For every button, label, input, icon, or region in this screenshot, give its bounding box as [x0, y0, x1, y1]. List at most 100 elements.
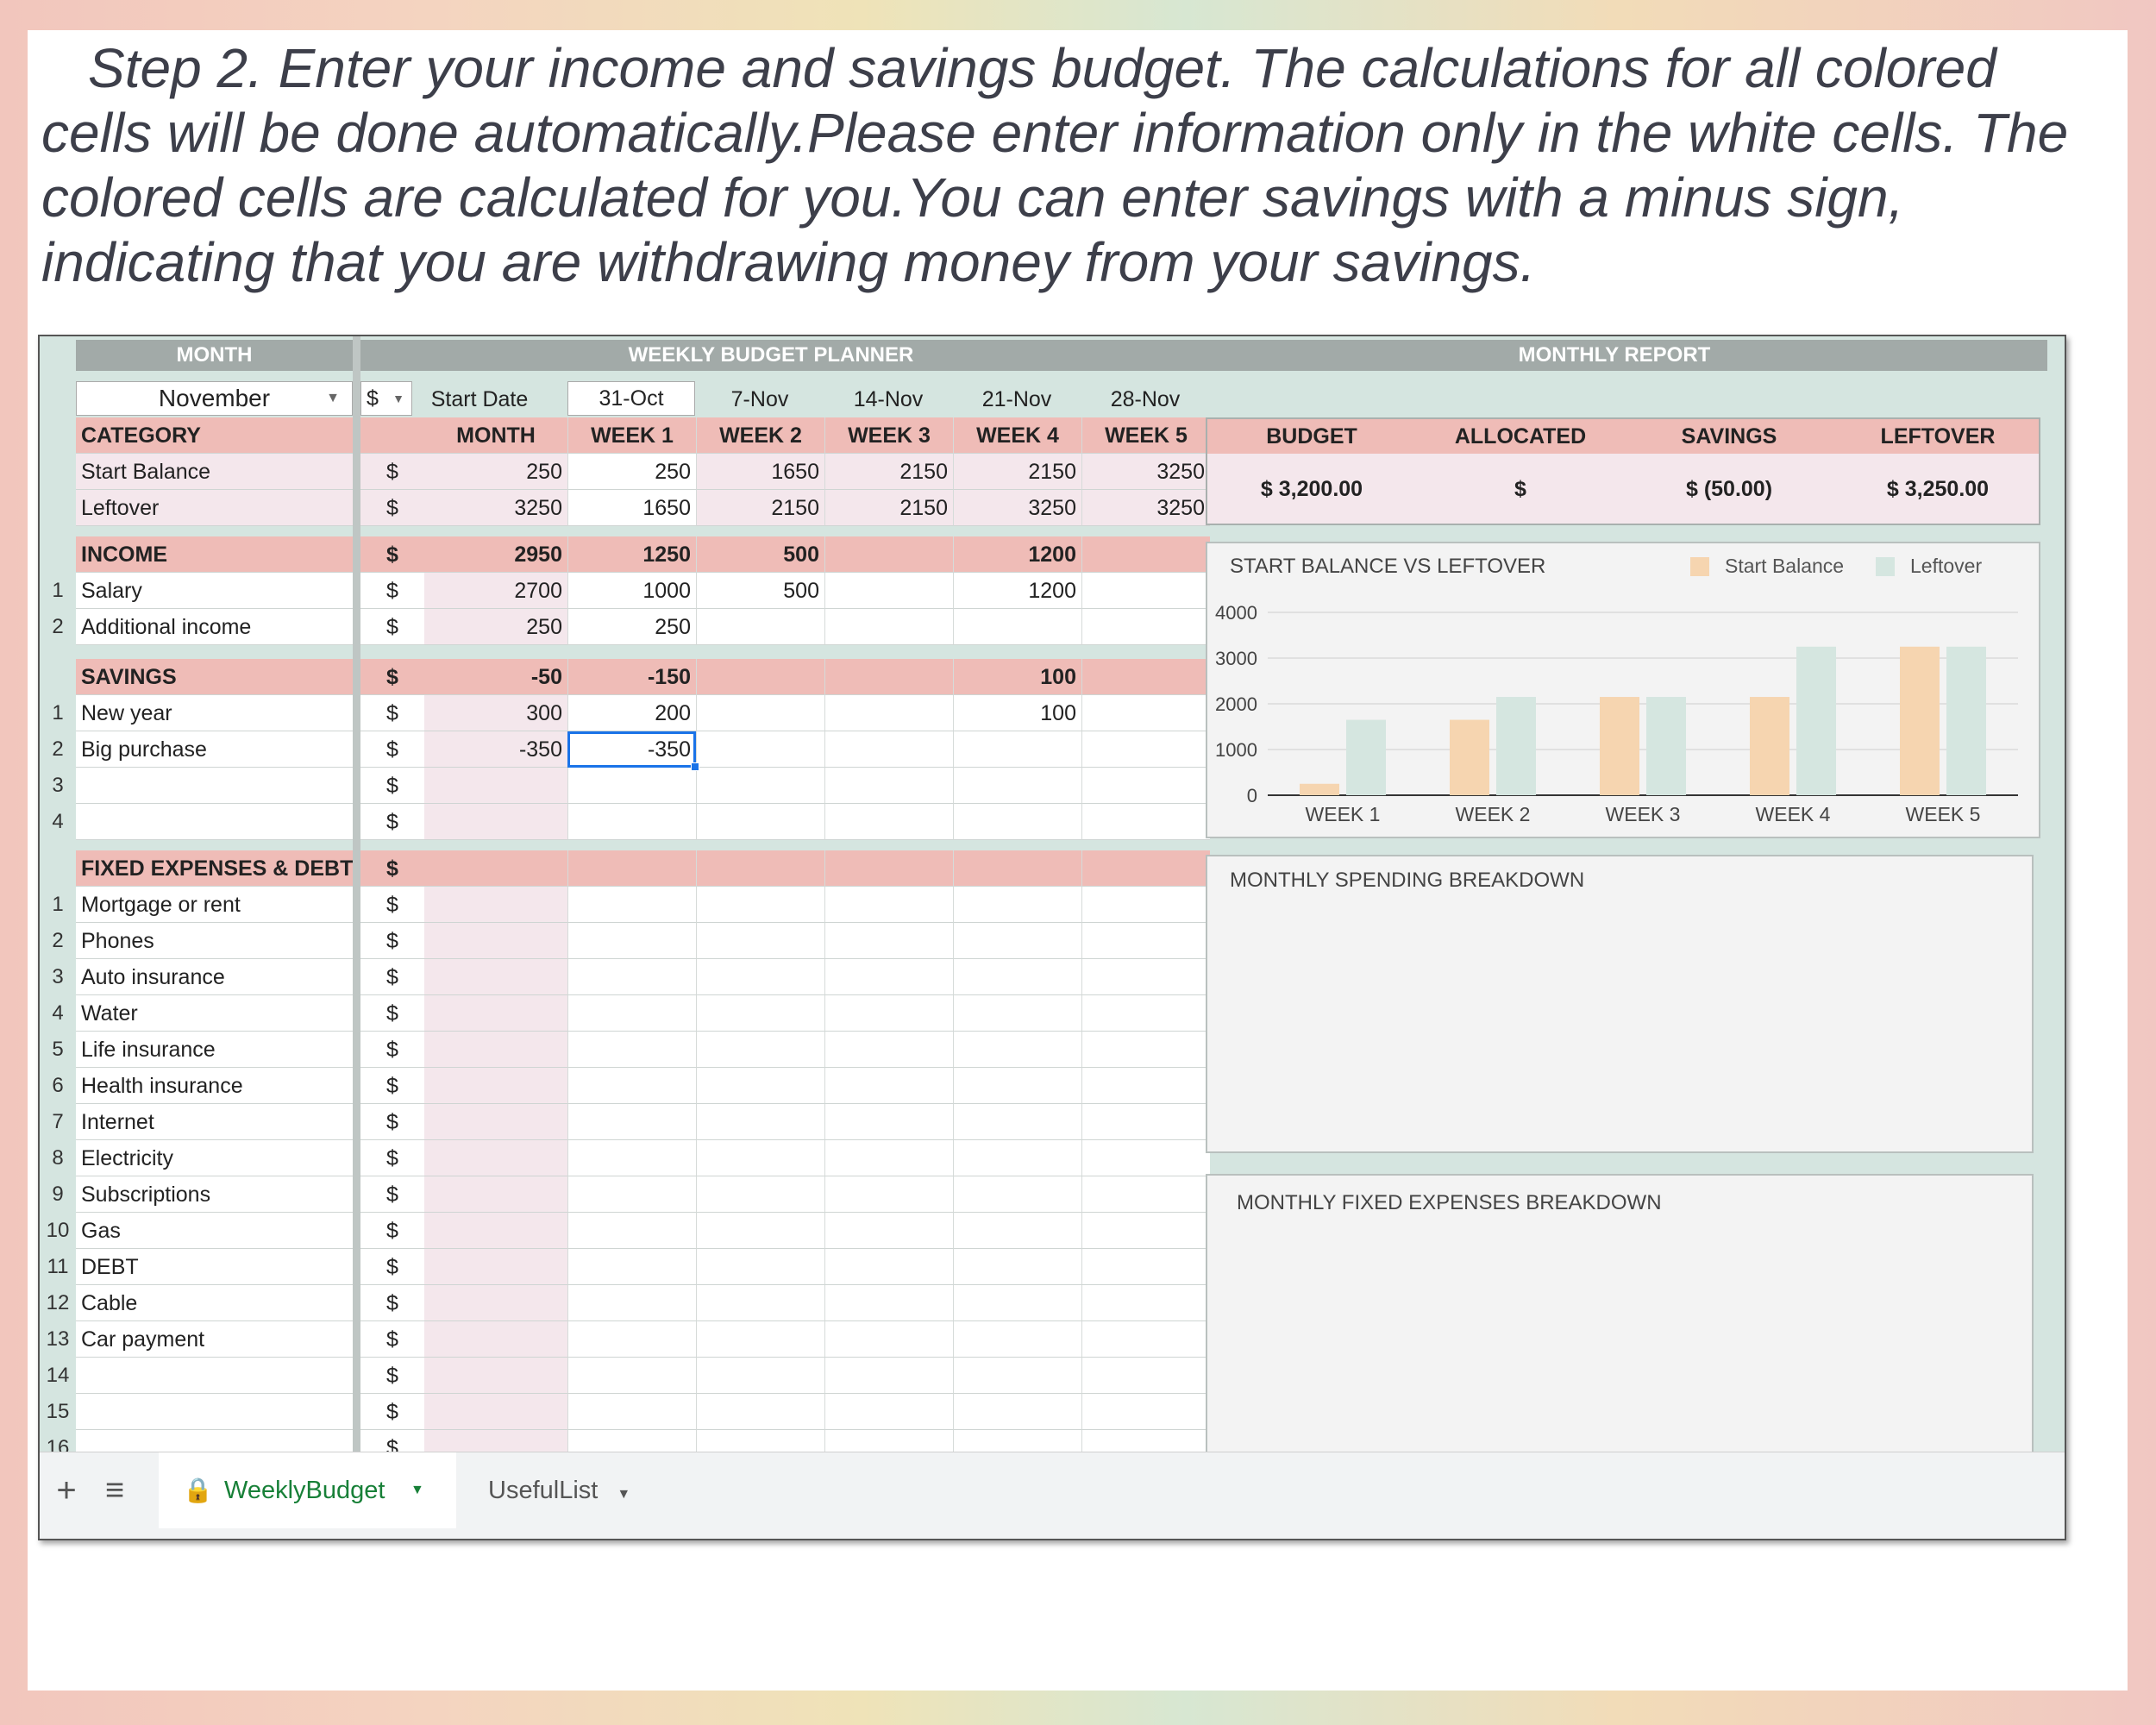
- income-row-week-3[interactable]: [824, 609, 953, 645]
- fixed-row-week-3[interactable]: [824, 1140, 953, 1176]
- fixed-row-week-2[interactable]: [696, 1358, 824, 1394]
- fixed-row-week-3[interactable]: [824, 1249, 953, 1285]
- savings-row-week-3[interactable]: [824, 804, 953, 840]
- month-dropdown[interactable]: November ▼: [76, 381, 353, 416]
- fixed-row-week-5[interactable]: [1081, 1321, 1210, 1358]
- fixed-row-week-1[interactable]: [567, 1176, 696, 1213]
- income-row-week-2[interactable]: [696, 609, 824, 645]
- savings-row-label[interactable]: Big purchase: [76, 731, 353, 768]
- fixed-row-label[interactable]: Phones: [76, 923, 353, 959]
- fixed-row-week-2[interactable]: [696, 887, 824, 923]
- savings-row-week-2[interactable]: [696, 804, 824, 840]
- savings-row-week-2[interactable]: [696, 695, 824, 731]
- fixed-row-week-3[interactable]: [824, 1358, 953, 1394]
- fixed-row-week-5[interactable]: [1081, 887, 1210, 923]
- fixed-row-week-1[interactable]: [567, 1249, 696, 1285]
- income-row-week-1[interactable]: 1000: [567, 573, 696, 609]
- add-sheet-button[interactable]: +: [45, 1452, 88, 1528]
- fixed-row-week-5[interactable]: [1081, 1358, 1210, 1394]
- savings-row-week-1[interactable]: [567, 768, 696, 804]
- fixed-row-week-3[interactable]: [824, 1213, 953, 1249]
- fixed-row-week-1[interactable]: [567, 1285, 696, 1321]
- fixed-row-week-3[interactable]: [824, 1176, 953, 1213]
- fixed-row-week-4[interactable]: [953, 995, 1081, 1032]
- fixed-row-week-2[interactable]: [696, 959, 824, 995]
- fixed-row-week-5[interactable]: [1081, 959, 1210, 995]
- fixed-row-week-4[interactable]: [953, 959, 1081, 995]
- fixed-row-week-5[interactable]: [1081, 995, 1210, 1032]
- fixed-row-week-5[interactable]: [1081, 1032, 1210, 1068]
- fixed-row-label[interactable]: Life insurance: [76, 1032, 353, 1068]
- savings-row-week-4[interactable]: 100: [953, 695, 1081, 731]
- fixed-row-week-3[interactable]: [824, 1032, 953, 1068]
- fixed-row-label[interactable]: Internet: [76, 1104, 353, 1140]
- savings-row-week-2[interactable]: [696, 768, 824, 804]
- income-row-week-4[interactable]: [953, 609, 1081, 645]
- fixed-row-week-1[interactable]: [567, 923, 696, 959]
- fixed-row-week-2[interactable]: [696, 1249, 824, 1285]
- fixed-row-week-2[interactable]: [696, 995, 824, 1032]
- fixed-row-week-1[interactable]: [567, 1140, 696, 1176]
- fixed-row-week-3[interactable]: [824, 995, 953, 1032]
- fixed-row-week-3[interactable]: [824, 1394, 953, 1430]
- date-cell-1[interactable]: 31-Oct: [567, 381, 695, 416]
- fixed-row-week-4[interactable]: [953, 923, 1081, 959]
- fixed-row-label[interactable]: Cable: [76, 1285, 353, 1321]
- fixed-row-week-1[interactable]: [567, 1104, 696, 1140]
- fixed-row-label[interactable]: Electricity: [76, 1140, 353, 1176]
- fixed-row-week-2[interactable]: [696, 1140, 824, 1176]
- fill-handle[interactable]: [691, 762, 699, 771]
- fixed-row-week-4[interactable]: [953, 887, 1081, 923]
- savings-row-week-5[interactable]: [1081, 804, 1210, 840]
- fixed-row-week-1[interactable]: [567, 995, 696, 1032]
- fixed-row-week-5[interactable]: [1081, 1104, 1210, 1140]
- fixed-row-week-1[interactable]: [567, 1430, 696, 1452]
- income-row-label[interactable]: Additional income: [76, 609, 353, 645]
- fixed-row-week-3[interactable]: [824, 1321, 953, 1358]
- savings-row-label[interactable]: New year: [76, 695, 353, 731]
- savings-row-week-2[interactable]: [696, 731, 824, 768]
- fixed-row-week-1[interactable]: [567, 1068, 696, 1104]
- fixed-row-week-2[interactable]: [696, 1104, 824, 1140]
- fixed-row-week-5[interactable]: [1081, 1285, 1210, 1321]
- fixed-row-week-5[interactable]: [1081, 923, 1210, 959]
- savings-row-week-3[interactable]: [824, 768, 953, 804]
- fixed-row-week-1[interactable]: [567, 887, 696, 923]
- fixed-row-week-2[interactable]: [696, 1176, 824, 1213]
- savings-row-week-5[interactable]: [1081, 695, 1210, 731]
- savings-row-week-5[interactable]: [1081, 768, 1210, 804]
- fixed-row-week-2[interactable]: [696, 1285, 824, 1321]
- fixed-row-week-4[interactable]: [953, 1249, 1081, 1285]
- all-sheets-button[interactable]: ≡: [93, 1452, 136, 1528]
- fixed-row-week-5[interactable]: [1081, 1394, 1210, 1430]
- fixed-row-label[interactable]: Auto insurance: [76, 959, 353, 995]
- fixed-row-week-1[interactable]: [567, 1213, 696, 1249]
- fixed-row-week-3[interactable]: [824, 1430, 953, 1452]
- fixed-row-label[interactable]: [76, 1358, 353, 1394]
- fixed-row-label[interactable]: Water: [76, 995, 353, 1032]
- fixed-row-label[interactable]: [76, 1430, 353, 1452]
- savings-row-week-1[interactable]: -350: [567, 731, 696, 768]
- income-row-week-4[interactable]: 1200: [953, 573, 1081, 609]
- fixed-row-week-5[interactable]: [1081, 1176, 1210, 1213]
- fixed-row-week-5[interactable]: [1081, 1249, 1210, 1285]
- fixed-row-week-4[interactable]: [953, 1032, 1081, 1068]
- fixed-row-week-4[interactable]: [953, 1176, 1081, 1213]
- savings-row-week-4[interactable]: [953, 804, 1081, 840]
- income-row-week-2[interactable]: 500: [696, 573, 824, 609]
- fixed-row-week-4[interactable]: [953, 1068, 1081, 1104]
- fixed-row-label[interactable]: Mortgage or rent: [76, 887, 353, 923]
- savings-row-label[interactable]: [76, 804, 353, 840]
- fixed-row-week-1[interactable]: [567, 1321, 696, 1358]
- fixed-row-week-2[interactable]: [696, 1032, 824, 1068]
- fixed-row-week-3[interactable]: [824, 1068, 953, 1104]
- fixed-row-label[interactable]: Gas: [76, 1213, 353, 1249]
- fixed-row-week-5[interactable]: [1081, 1213, 1210, 1249]
- fixed-row-label[interactable]: [76, 1394, 353, 1430]
- fixed-row-week-1[interactable]: [567, 1394, 696, 1430]
- savings-row-week-4[interactable]: [953, 768, 1081, 804]
- fixed-row-week-2[interactable]: [696, 1394, 824, 1430]
- fixed-row-week-4[interactable]: [953, 1285, 1081, 1321]
- savings-row-week-5[interactable]: [1081, 731, 1210, 768]
- savings-row-week-1[interactable]: 200: [567, 695, 696, 731]
